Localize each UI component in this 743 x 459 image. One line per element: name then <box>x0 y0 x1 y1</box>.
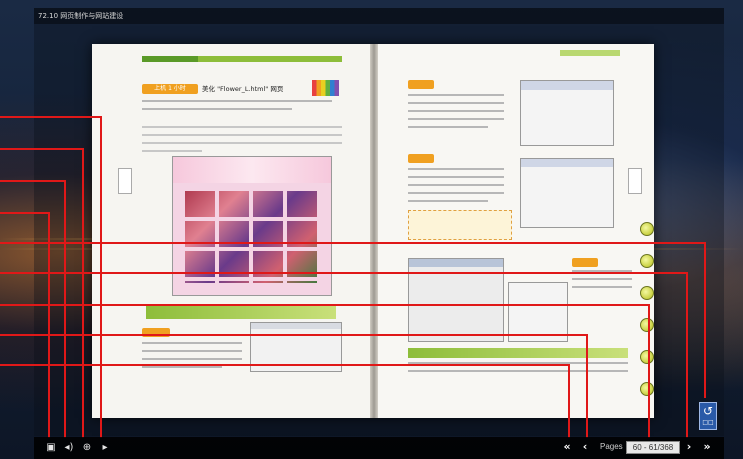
text-line <box>408 118 504 120</box>
last-page-button[interactable]: » <box>700 440 714 454</box>
return-icon: ↺ <box>702 404 714 418</box>
callout-line <box>0 212 48 214</box>
text-line <box>408 184 504 186</box>
preview-screenshot <box>508 282 568 342</box>
side-tab[interactable] <box>118 168 132 194</box>
callout-line <box>100 116 102 438</box>
callout-line <box>0 364 568 366</box>
callout-line <box>686 272 688 438</box>
text-line <box>408 200 488 202</box>
text-line <box>408 176 504 178</box>
text-line <box>142 134 342 136</box>
properties-screenshot <box>520 158 614 228</box>
grid-icon: □□ <box>702 419 714 426</box>
tip-box <box>408 210 512 240</box>
callout-line <box>0 180 64 182</box>
zoom-icon[interactable]: ⊕ <box>80 441 94 455</box>
left-page-header-text <box>142 56 198 62</box>
book-spine <box>370 44 378 418</box>
step-banner <box>408 348 628 358</box>
window-title: 72.10 网页制作与网站建设 <box>38 12 124 20</box>
step-banner <box>146 305 336 319</box>
pages-label: Pages <box>600 442 623 451</box>
cd-icon[interactable] <box>640 286 654 300</box>
dreamweaver-screenshot <box>408 258 504 342</box>
text-line <box>142 108 292 110</box>
cd-icon[interactable] <box>640 254 654 268</box>
page-number-field[interactable]: 60 - 61/368 <box>626 441 680 454</box>
next-page-button[interactable]: › <box>682 440 696 454</box>
text-line <box>408 126 488 128</box>
thumbnail-icon[interactable]: ▣ <box>44 441 58 455</box>
dialog-screenshot <box>520 80 614 146</box>
sound-icon[interactable]: ◂) <box>62 441 76 455</box>
callout-line <box>0 304 648 306</box>
text-line <box>408 94 504 96</box>
text-line <box>142 350 242 352</box>
callout-line <box>0 116 100 118</box>
flower-header <box>173 157 331 183</box>
text-line <box>408 168 504 170</box>
prev-page-button[interactable]: ‹ <box>578 440 592 454</box>
section-title-text: 美化 "Flower_L.html" 网页 <box>202 85 284 93</box>
bar-graph-icon <box>312 80 342 96</box>
callout-line <box>48 212 50 438</box>
text-line <box>142 366 222 368</box>
callout-line <box>648 304 650 438</box>
right-page-header-bar <box>560 50 620 56</box>
sidebar-toggle-button[interactable]: ↺ □□ <box>699 402 717 430</box>
section-title: 美化 "Flower_L.html" 网页 <box>202 84 302 94</box>
callout-line <box>82 148 84 438</box>
text-line <box>572 286 632 288</box>
text-line <box>142 150 202 152</box>
text-line <box>408 370 628 372</box>
cd-icon[interactable] <box>640 222 654 236</box>
callout-line <box>0 242 704 244</box>
text-line <box>408 192 504 194</box>
text-line <box>142 126 342 128</box>
text-line <box>142 358 242 360</box>
cd-icon[interactable] <box>640 382 654 396</box>
callout-line <box>568 364 570 438</box>
side-tab[interactable] <box>628 168 642 194</box>
step-tag <box>408 154 434 163</box>
callout-line <box>0 334 586 336</box>
callout-line <box>0 272 686 274</box>
viewer-title-bar: 72.10 网页制作与网站建设 <box>34 8 724 24</box>
callout-line <box>704 242 706 398</box>
callout-line <box>64 180 66 438</box>
flower-grid <box>185 191 321 283</box>
flower-webpage-screenshot <box>172 156 332 296</box>
text-line <box>142 100 332 102</box>
cd-icon[interactable] <box>640 318 654 332</box>
step-tag <box>572 258 598 267</box>
section-tag: 上机 1 小时 <box>142 84 198 94</box>
text-line <box>408 110 504 112</box>
callout-line <box>0 148 82 150</box>
cd-icon[interactable] <box>640 350 654 364</box>
autoplay-icon[interactable]: ▸ <box>98 441 112 455</box>
step-tag <box>408 80 434 89</box>
text-line <box>142 142 342 144</box>
first-page-button[interactable]: « <box>560 440 574 454</box>
text-line <box>408 102 504 104</box>
text-line <box>142 342 242 344</box>
section-tag-text: 上机 1 小时 <box>154 85 186 92</box>
text-line <box>572 278 632 280</box>
callout-line <box>586 334 588 438</box>
